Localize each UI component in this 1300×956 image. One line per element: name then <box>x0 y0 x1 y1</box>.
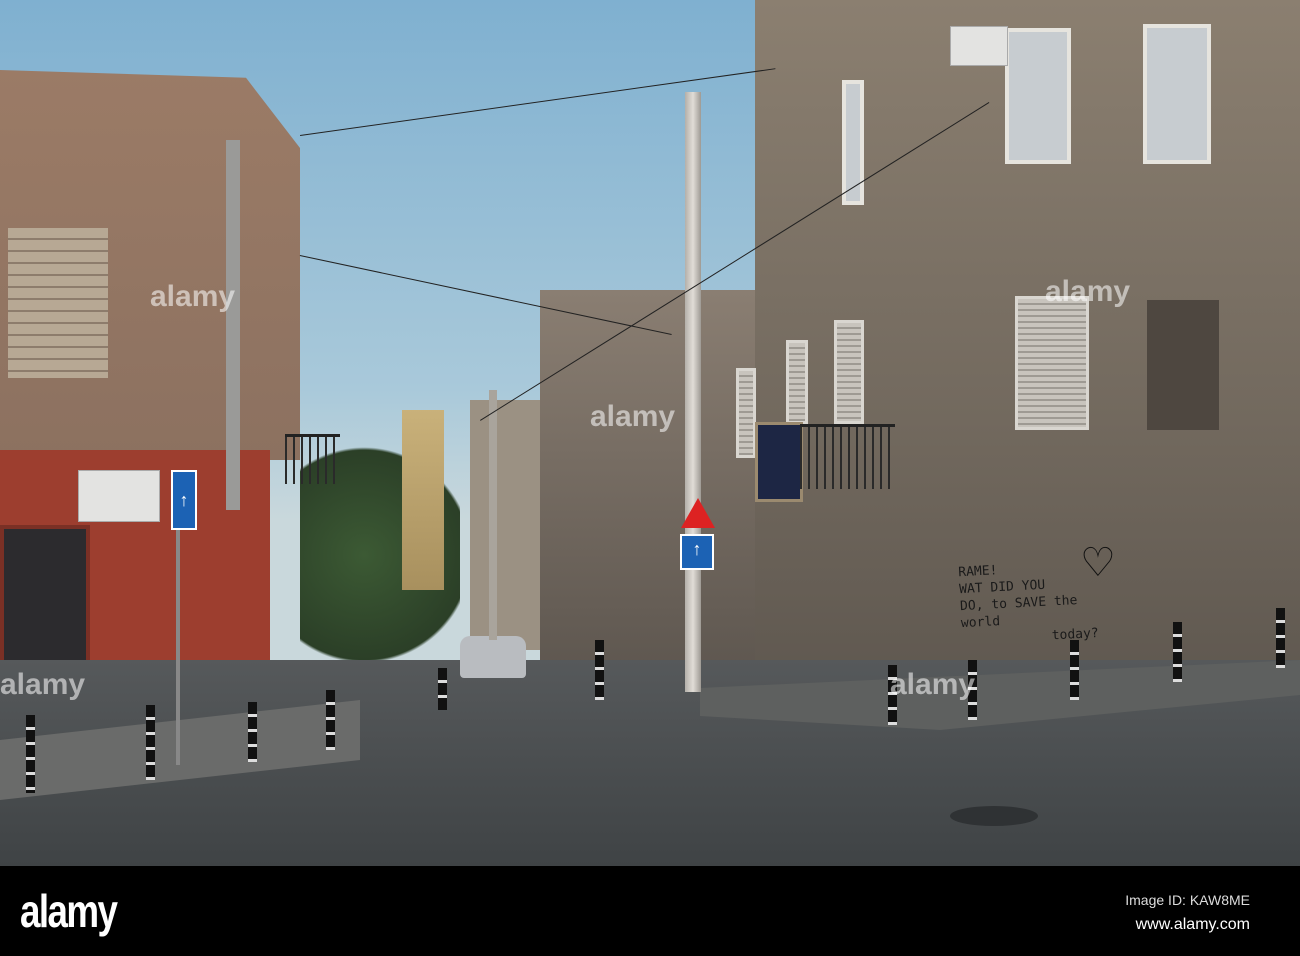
balcony <box>800 424 895 489</box>
utility-pole <box>685 92 701 692</box>
watermark: alamy <box>1045 275 1131 308</box>
graffiti-heart-icon: ♡ <box>1080 541 1116 585</box>
website-link[interactable]: www.alamy.com <box>1136 916 1250 934</box>
boarded-window <box>1147 300 1219 430</box>
street-photo: RAME! WAT DID YOU DO, to SAVE the world … <box>0 0 1300 866</box>
distant-building <box>470 400 550 650</box>
bollard <box>326 690 335 750</box>
shutter <box>1015 296 1089 430</box>
watermark: alamy <box>590 400 676 433</box>
one-way-sign-icon: ↑ <box>171 470 197 530</box>
shutter <box>736 368 756 458</box>
bollard <box>26 715 35 793</box>
one-way-sign-icon: ↑ <box>680 534 714 570</box>
image-id: Image ID: KAW8ME <box>1125 892 1250 908</box>
bollard <box>1276 608 1285 668</box>
window <box>1143 24 1211 164</box>
bollard <box>1070 640 1079 700</box>
window <box>1005 28 1071 164</box>
utility-pole <box>489 390 497 640</box>
parked-car <box>460 636 526 678</box>
bollard <box>1173 622 1182 682</box>
sign-post <box>176 530 180 765</box>
children-warning-sign-icon <box>681 498 715 528</box>
stock-footer: alamy Image ID: KAW8ME www.alamy.com <box>0 866 1300 956</box>
hanging-carpet <box>755 422 803 502</box>
church-tower <box>402 410 444 590</box>
watermark: alamy <box>150 280 236 313</box>
exposed-bricks <box>8 228 108 378</box>
air-conditioner <box>78 470 160 522</box>
shutter <box>786 340 808 424</box>
alamy-logo: alamy <box>20 885 118 937</box>
power-line <box>300 68 776 136</box>
manhole-cover <box>950 806 1038 826</box>
watermark: alamy <box>0 668 86 701</box>
air-conditioner <box>950 26 1008 66</box>
bollard <box>146 705 155 780</box>
bollard <box>248 702 257 762</box>
middle-building <box>540 290 760 690</box>
shutter <box>834 320 864 424</box>
drainpipe <box>226 140 240 510</box>
bollard <box>438 668 447 710</box>
balcony <box>285 434 340 484</box>
watermark: alamy <box>890 668 976 701</box>
bollard <box>595 640 604 700</box>
